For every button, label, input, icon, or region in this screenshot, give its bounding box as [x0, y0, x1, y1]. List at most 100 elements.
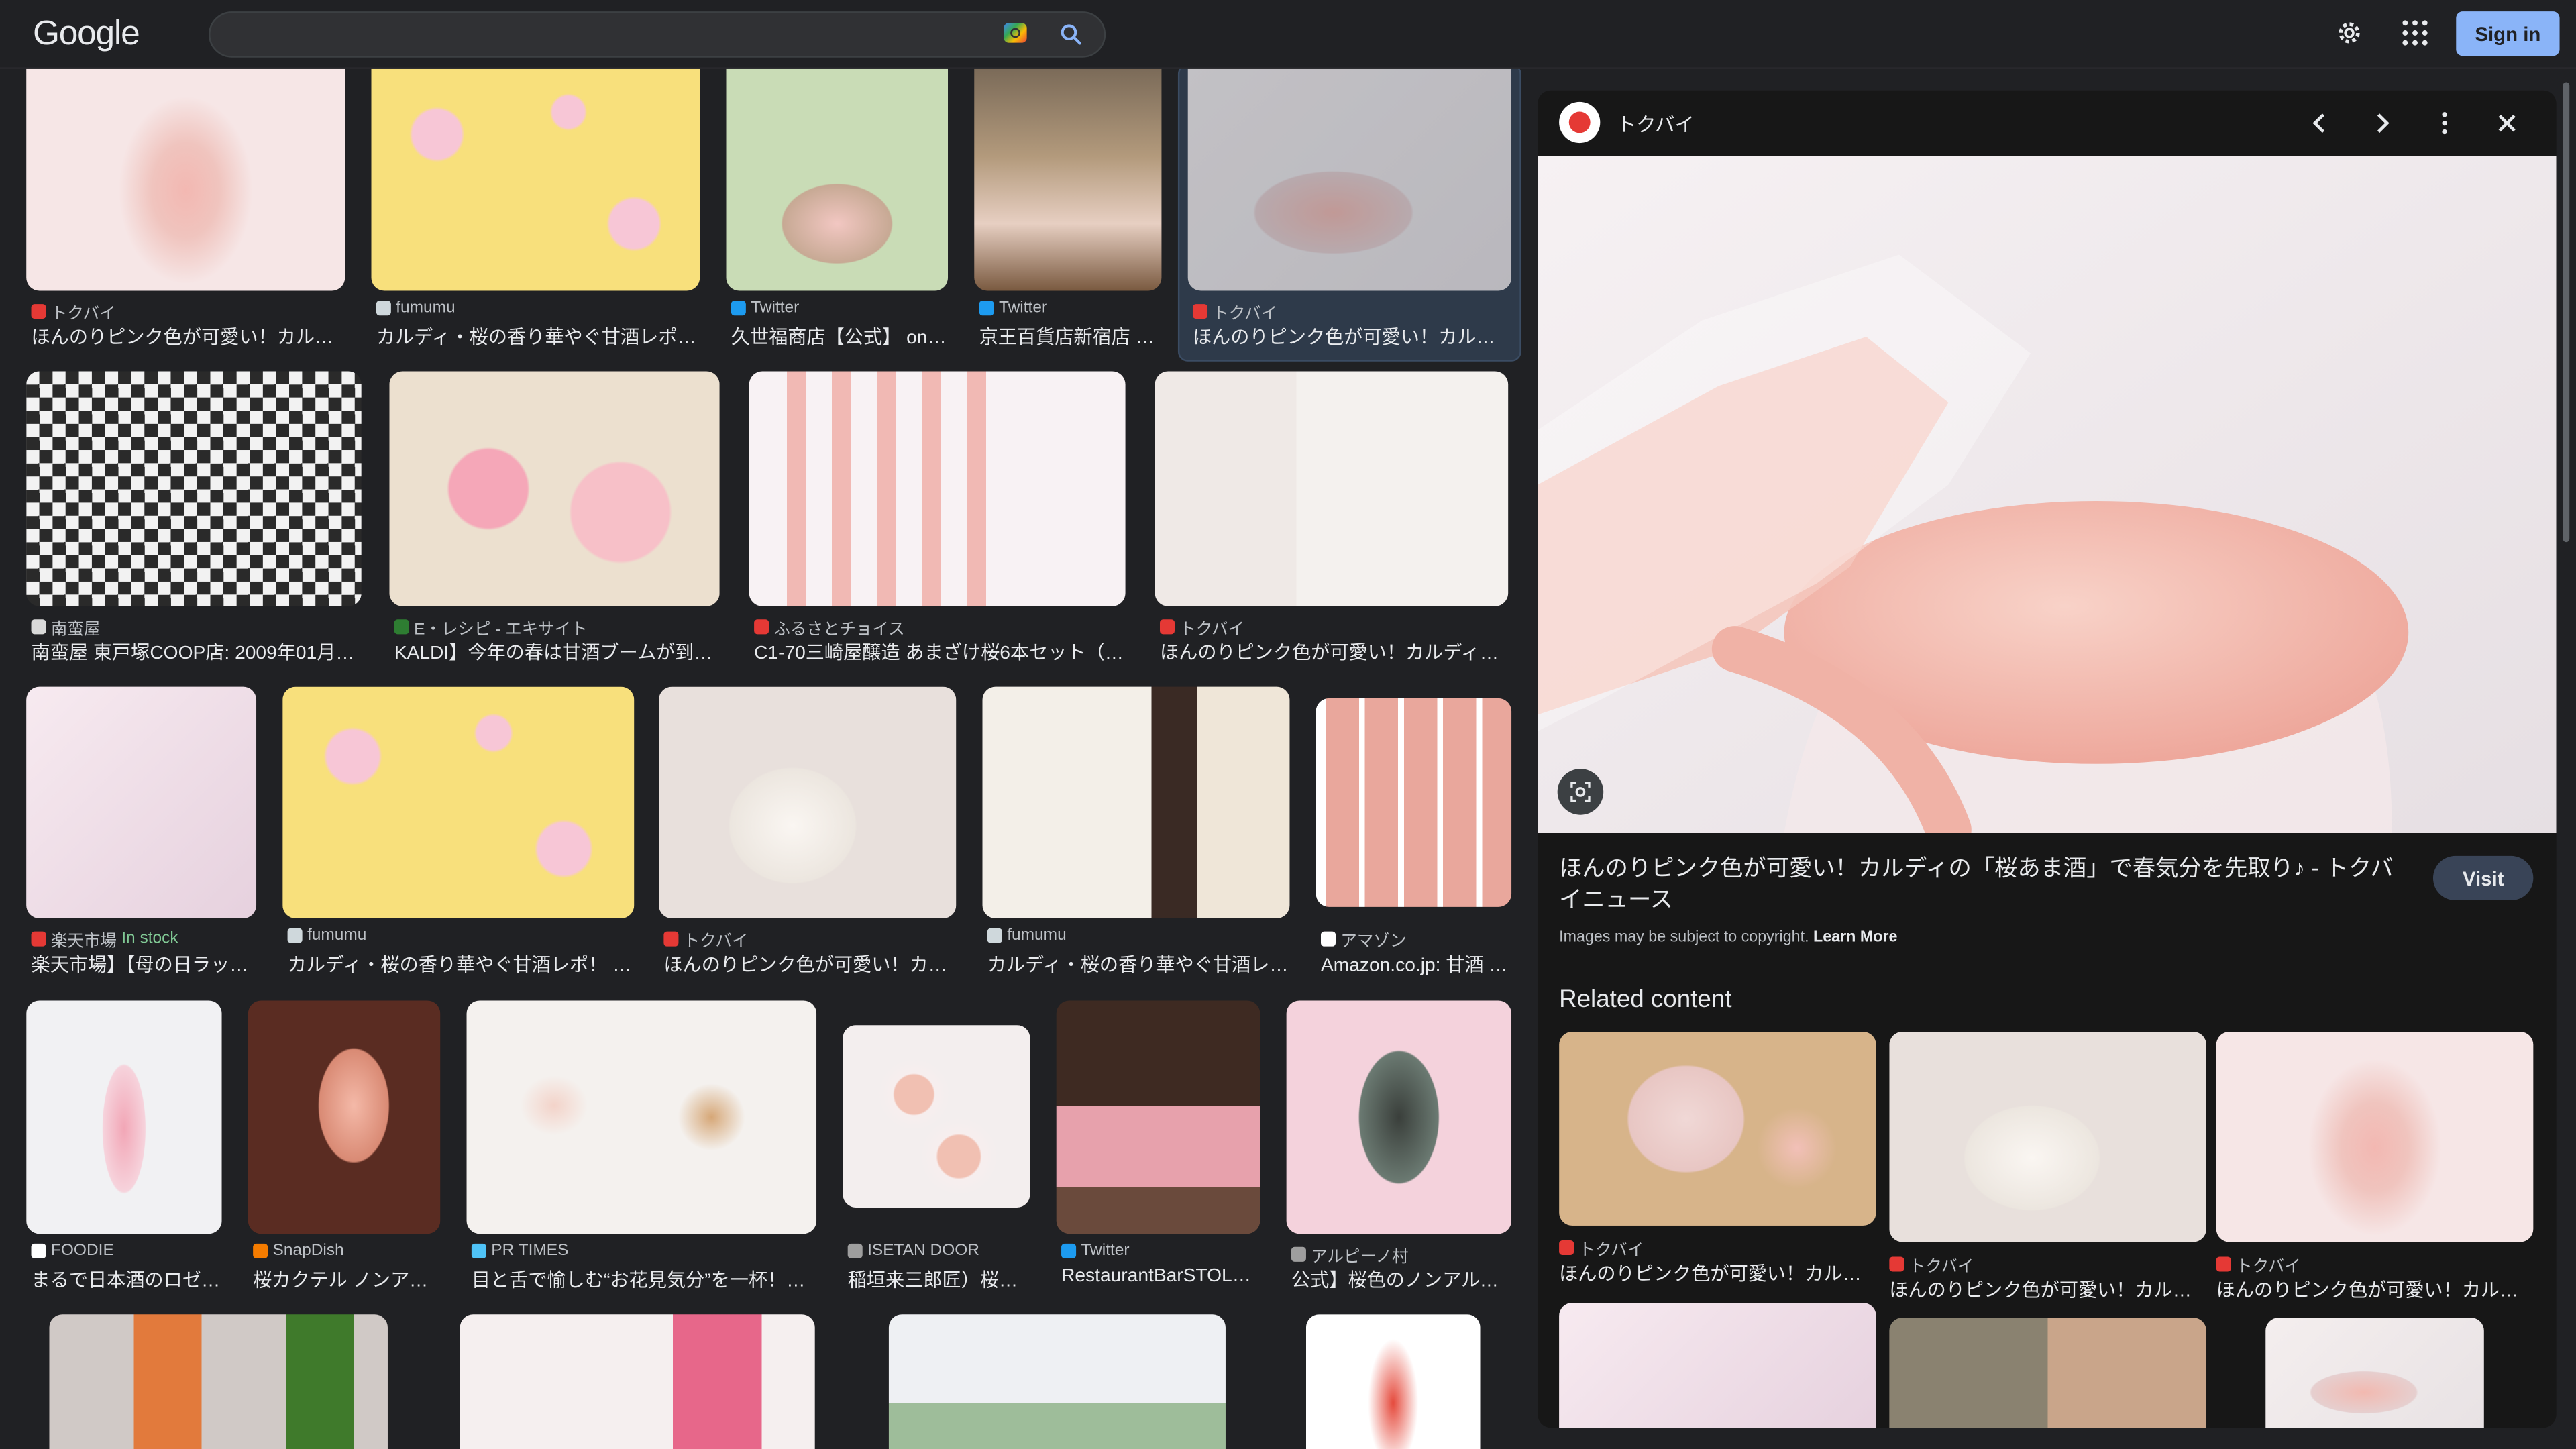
image-result[interactable]: ふるさとチョイス C1-70三崎屋醸造 あまざけ桜6本セット（7… [749, 371, 1126, 667]
result-thumbnail[interactable] [843, 1025, 1030, 1208]
close-icon[interactable] [2492, 109, 2522, 138]
image-result[interactable]: fumumu カルディ・桜の香り華やぐ甘酒レポ！ … [282, 686, 635, 983]
result-thumbnail[interactable] [26, 1000, 222, 1234]
google-apps-icon[interactable] [2402, 19, 2428, 46]
result-title[interactable]: ほんのりピンク色が可愛い！カル… [1889, 1277, 2201, 1303]
panel-scrollbar[interactable] [2563, 82, 2570, 543]
image-result[interactable]: アマゾン Amazon.co.jp: 甘酒 … [1316, 687, 1512, 983]
result-title[interactable]: まるで日本酒のロゼ!… [32, 1267, 222, 1293]
result-title[interactable]: 京王百貨店新宿店 … [979, 323, 1160, 350]
result-title[interactable]: 楽天市場】【母の日ラッ… [32, 951, 255, 977]
search-box[interactable] [209, 11, 1106, 58]
result-thumbnail[interactable] [1155, 371, 1509, 606]
image-result[interactable]: E・レシピ - エキサイト KALDI】今年の春は甘酒ブームが到来… [389, 371, 720, 667]
image-result[interactable]: PR TIMES 目と舌で愉しむ“お花見気分”を一杯！世… [466, 1000, 817, 1296]
image-result[interactable]: Twitter 京王百貨店新宿店 … [974, 67, 1162, 355]
sign-in-button[interactable]: Sign in [2456, 11, 2560, 56]
result-title[interactable]: KALDI】今年の春は甘酒ブームが到来… [394, 639, 720, 665]
image-result[interactable]: ISETAN DOOR 稲垣来三郎匠）桜あ… [843, 1000, 1030, 1296]
result-thumbnail[interactable] [2265, 1318, 2484, 1428]
next-icon[interactable] [2367, 109, 2397, 138]
result-title[interactable]: 稲垣来三郎匠）桜あ… [848, 1267, 1030, 1293]
image-result[interactable]: トクバイ ほんのりピンク色が可愛い！カルディの… [1155, 371, 1509, 667]
result-thumbnail[interactable] [282, 686, 635, 918]
result-title[interactable]: Amazon.co.jp: 甘酒 … [1321, 951, 1511, 977]
result-title[interactable]: 南蛮屋 東戸塚COOP店: 2009年01月 … [32, 639, 360, 665]
related-result[interactable] [1889, 1318, 2207, 1428]
image-result[interactable]: 南蛮屋 南蛮屋 東戸塚COOP店: 2009年01月 … [26, 371, 362, 667]
result-title[interactable]: ほんのりピンク色が可愛い！カル… [1559, 1260, 1871, 1286]
image-result[interactable]: トクバイ ほんのりピンク色が可愛い！カ… [659, 686, 957, 983]
image-result[interactable]: トクバイ ほんのりピンク色が可愛い！カルデ… [26, 67, 345, 355]
search-input[interactable] [233, 21, 996, 51]
result-thumbnail[interactable] [1056, 1000, 1260, 1234]
result-thumbnail[interactable] [26, 686, 257, 918]
result-title[interactable]: 目と舌で愉しむ“お花見気分”を一杯！世… [472, 1267, 816, 1293]
result-thumbnail[interactable] [726, 67, 949, 291]
result-title[interactable]: RestaurantBarSTOLA… [1061, 1267, 1260, 1286]
image-result[interactable]: Twitter RestaurantBarSTOLA… [1056, 1000, 1260, 1296]
result-title[interactable]: 桜カクテル ノンアル… [253, 1267, 440, 1293]
image-result[interactable] [49, 1314, 388, 1449]
result-thumbnail[interactable] [49, 1314, 388, 1449]
image-result[interactable]: アルピーノ村 公式】桜色のノンアルコ… [1286, 1000, 1512, 1296]
lens-search-button[interactable] [1557, 769, 1604, 815]
preview-title[interactable]: ほんのりピンク色が可愛い！カルディの「桜あま酒」で春気分を先取り♪ - トクバイ… [1559, 853, 2413, 915]
learn-more-link[interactable]: Learn More [1813, 928, 1897, 947]
result-thumbnail[interactable] [1889, 1031, 2207, 1242]
result-thumbnail[interactable] [389, 371, 720, 606]
result-title[interactable]: ほんのりピンク色が可愛い！カル… [2216, 1277, 2528, 1303]
result-title[interactable]: ほんのりピンク色が可愛い！カ… [663, 951, 956, 977]
google-lens-icon[interactable] [1004, 23, 1027, 43]
result-thumbnail[interactable] [466, 1000, 817, 1234]
result-title[interactable]: 久世福商店【公式】 on … [731, 323, 948, 350]
result-thumbnail[interactable] [460, 1314, 815, 1449]
result-title[interactable]: C1-70三崎屋醸造 あまざけ桜6本セット（7… [754, 639, 1124, 665]
previous-icon[interactable] [2305, 109, 2334, 138]
related-result[interactable] [2265, 1318, 2484, 1428]
result-thumbnail[interactable] [1559, 1303, 1876, 1428]
result-title[interactable]: ほんのりピンク色が可愛い！カルディの… [1160, 639, 1508, 665]
result-thumbnail[interactable] [982, 686, 1290, 918]
result-title[interactable]: カルディ・桜の香り華やぐ甘酒レ… [987, 951, 1290, 977]
image-result[interactable]: fumumu カルディ・桜の香り華やぐ甘酒レ… [982, 686, 1290, 983]
result-thumbnail[interactable] [371, 67, 700, 291]
image-result[interactable] [888, 1314, 1226, 1449]
result-thumbnail[interactable] [1286, 1000, 1512, 1234]
preview-image[interactable] [1538, 156, 2557, 833]
result-title[interactable]: カルディ・桜の香り華やぐ甘酒レポ！ … [288, 951, 633, 977]
preview-site-name[interactable]: トクバイ [1617, 110, 1695, 138]
search-icon[interactable] [1058, 21, 1084, 48]
result-thumbnail[interactable] [26, 371, 362, 606]
visit-button[interactable]: Visit [2432, 855, 2534, 901]
result-thumbnail[interactable] [248, 1000, 441, 1234]
image-result[interactable]: Twitter 久世福商店【公式】 on … [726, 67, 949, 355]
related-result[interactable]: トクバイ ほんのりピンク色が可愛い！カル… [2216, 1031, 2534, 1301]
image-result[interactable]: fumumu カルディ・桜の香り華やぐ甘酒レポ… [371, 67, 700, 355]
result-thumbnail[interactable] [1889, 1318, 2207, 1428]
image-result[interactable] [460, 1314, 815, 1449]
result-title[interactable]: ほんのりピンク色が可愛い！カルデ… [32, 323, 343, 350]
result-thumbnail[interactable] [26, 67, 345, 291]
google-logo[interactable]: Google [33, 15, 140, 54]
image-result[interactable] [1305, 1314, 1481, 1449]
related-result[interactable]: トクバイ ほんのりピンク色が可愛い！カル… [1889, 1031, 2207, 1301]
result-title[interactable]: ほんのりピンク色が可愛い！カルデ… [1193, 323, 1508, 350]
result-title[interactable]: 公式】桜色のノンアルコ… [1291, 1267, 1511, 1293]
result-thumbnail[interactable] [888, 1314, 1226, 1449]
result-title[interactable]: カルディ・桜の香り華やぐ甘酒レポ… [376, 323, 698, 350]
result-thumbnail[interactable] [2216, 1031, 2534, 1242]
result-thumbnail[interactable] [1187, 67, 1512, 291]
related-result[interactable] [1559, 1303, 1876, 1428]
result-thumbnail[interactable] [1316, 698, 1512, 907]
image-result[interactable]: 楽天市場 In stock 楽天市場】【母の日ラッ… [26, 686, 257, 983]
result-thumbnail[interactable] [659, 686, 957, 918]
settings-gear-icon[interactable] [2334, 18, 2364, 48]
image-result[interactable]: FOODIE まるで日本酒のロゼ!… [26, 1000, 222, 1296]
result-thumbnail[interactable] [749, 371, 1126, 606]
result-thumbnail[interactable] [1559, 1031, 1876, 1226]
result-thumbnail[interactable] [974, 67, 1162, 291]
related-result[interactable]: トクバイ ほんのりピンク色が可愛い！カル… [1559, 1031, 1876, 1287]
image-result-selected[interactable]: トクバイ ほんのりピンク色が可愛い！カルデ… [1177, 64, 1521, 362]
site-favicon[interactable] [1559, 101, 1601, 144]
